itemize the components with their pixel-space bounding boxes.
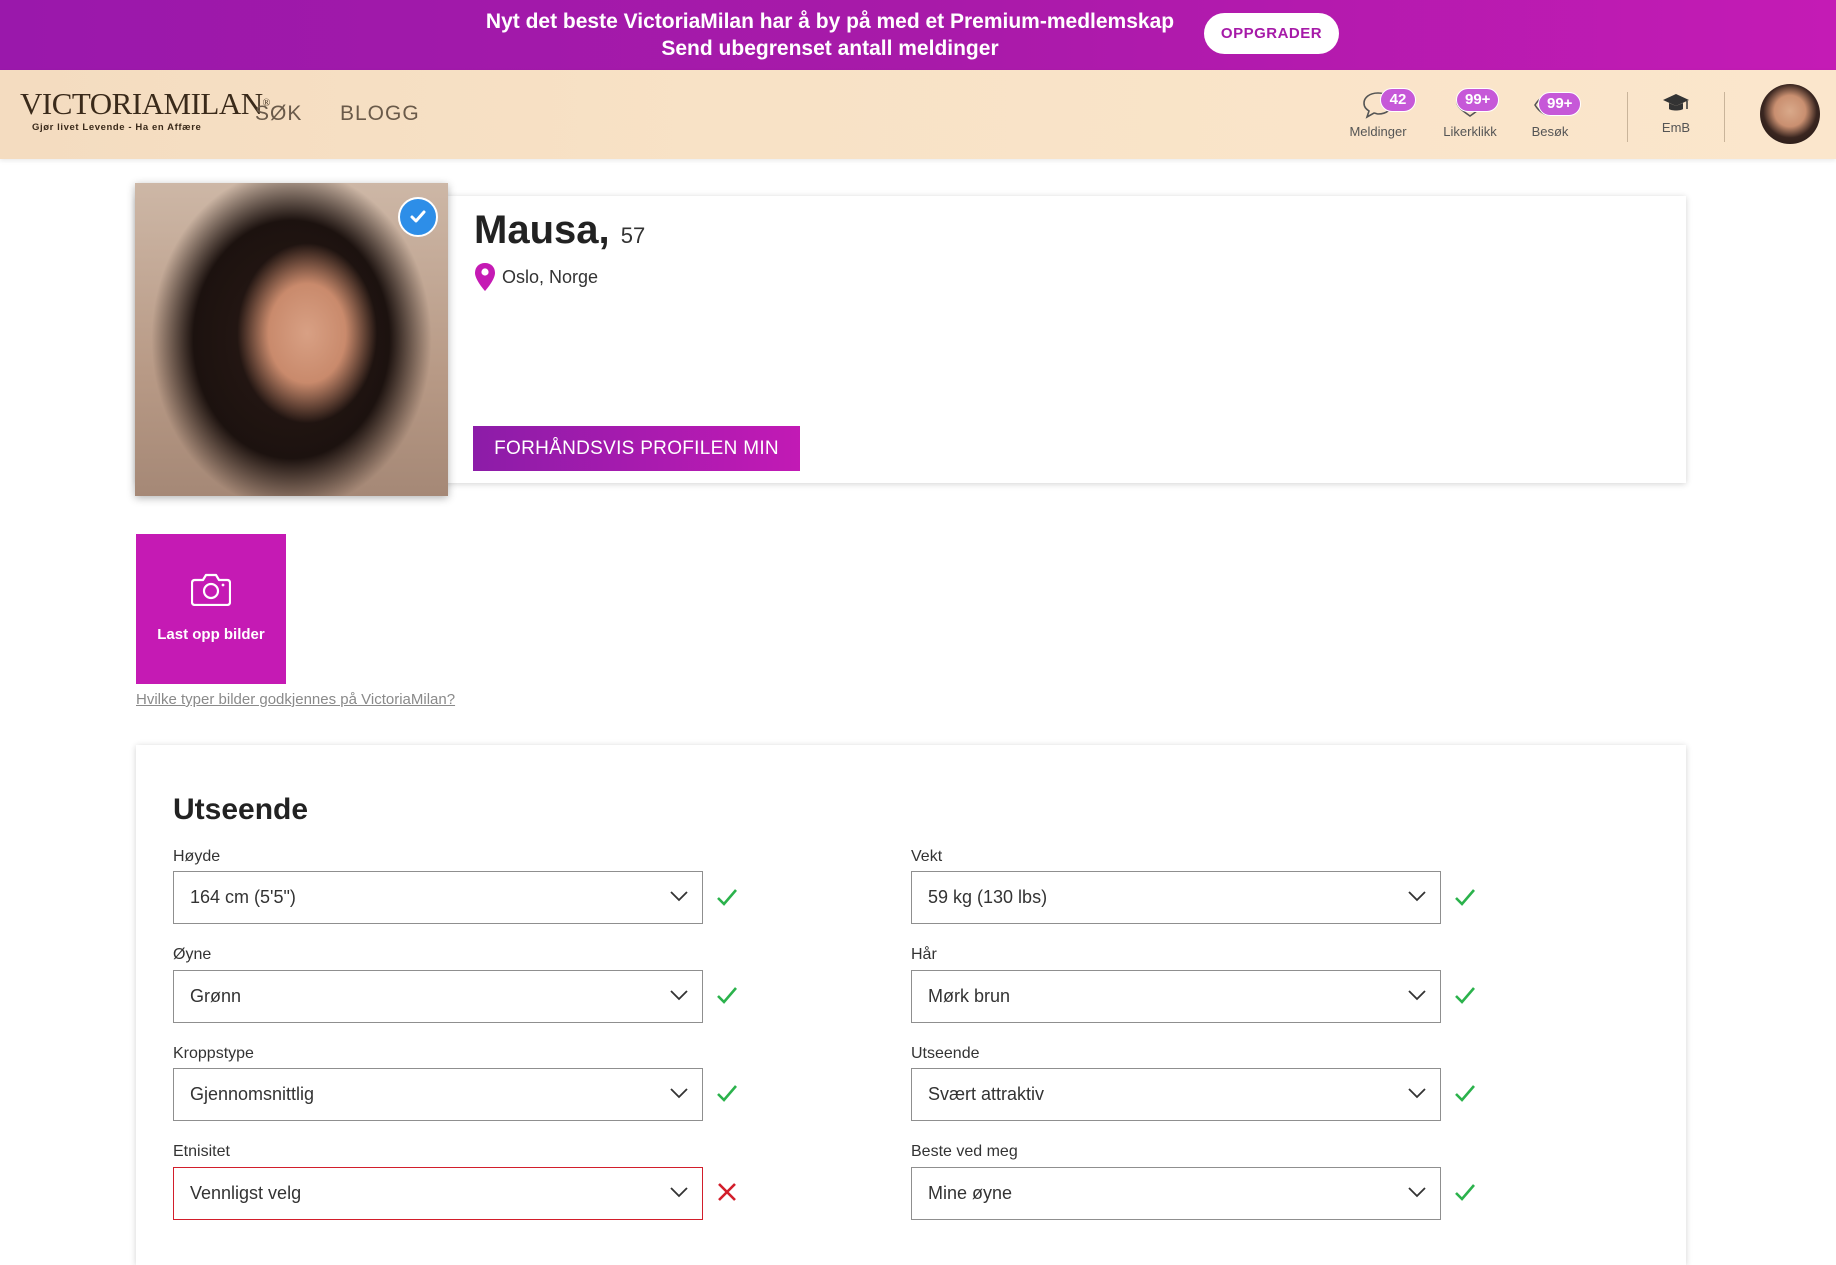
academy-button[interactable]: EmB	[1636, 90, 1716, 135]
upload-photos-button[interactable]: Last opp bilder	[136, 534, 286, 684]
weight-value: 59 kg (130 lbs)	[928, 887, 1048, 907]
looks-select[interactable]: Svært attraktiv	[911, 1068, 1441, 1121]
ethnicity-value: Vennligst velg	[190, 1183, 302, 1203]
chevron-down-icon	[1408, 1088, 1426, 1099]
error-x-icon	[718, 1183, 736, 1201]
promo-line-2: Send ubegrenset antall meldinger	[661, 37, 999, 60]
height-select[interactable]: 164 cm (5'5")	[173, 871, 703, 924]
messages-label: Meldinger	[1349, 124, 1407, 139]
profile-location: Oslo, Norge	[474, 262, 598, 292]
ethnicity-select[interactable]: Vennligst velg	[173, 1167, 703, 1220]
check-icon	[717, 1085, 737, 1102]
body-type-label: Kroppstype	[173, 1045, 254, 1062]
nav-search[interactable]: SØK	[255, 102, 302, 126]
check-icon	[1455, 1085, 1475, 1102]
best-feature-label: Beste ved meg	[911, 1143, 1018, 1160]
hair-value: Mørk brun	[928, 986, 1011, 1006]
height-value: 164 cm (5'5")	[190, 887, 296, 907]
profile-age: 57	[620, 223, 646, 248]
eyes-select[interactable]: Grønn	[173, 970, 703, 1023]
best-feature-value: Mine øyne	[928, 1183, 1013, 1203]
visits-count-badge: 99+	[1538, 92, 1582, 116]
height-label: Høyde	[173, 848, 221, 865]
promo-text: Nyt det beste VictoriaMilan har å by på …	[440, 8, 1220, 62]
chevron-down-icon	[1408, 990, 1426, 1001]
profile-photo[interactable]	[135, 183, 448, 496]
likes-button[interactable]: 99+ Likerklikk	[1430, 88, 1510, 139]
weight-select[interactable]: 59 kg (130 lbs)	[911, 871, 1441, 924]
check-icon	[1455, 1184, 1475, 1201]
promo-banner: Nyt det beste VictoriaMilan har å by på …	[0, 0, 1836, 70]
check-icon	[1455, 987, 1475, 1004]
nav-blog[interactable]: BLOGG	[340, 102, 420, 126]
verified-badge-icon	[398, 197, 438, 237]
chevron-down-icon	[1408, 1187, 1426, 1198]
weight-label: Vekt	[911, 848, 943, 865]
messages-count-badge: 42	[1380, 88, 1416, 112]
chevron-down-icon	[670, 990, 688, 1001]
header-divider	[1724, 92, 1725, 142]
header-divider	[1627, 92, 1628, 142]
body-type-value: Gjennomsnittlig	[190, 1084, 315, 1104]
looks-value: Svært attraktiv	[928, 1084, 1045, 1104]
photo-guidelines-link[interactable]: Hvilke typer bilder godkjennes på Victor…	[136, 691, 455, 708]
messages-button[interactable]: 42 Meldinger	[1338, 88, 1418, 139]
check-icon	[717, 987, 737, 1004]
ethnicity-label: Etnisitet	[173, 1143, 230, 1160]
user-avatar[interactable]	[1760, 84, 1820, 144]
appearance-title: Utseende	[173, 793, 309, 826]
location-text: Oslo, Norge	[502, 266, 599, 287]
graduation-cap-icon	[1663, 94, 1689, 111]
academy-label: EmB	[1661, 120, 1691, 135]
chevron-down-icon	[1408, 891, 1426, 902]
chevron-down-icon	[670, 1187, 688, 1198]
victoriamilan-logo[interactable]: VICTORIAMILAN® Gjør livet Levende - Ha e…	[20, 86, 270, 140]
chevron-down-icon	[670, 891, 688, 902]
visits-label: Besøk	[1531, 124, 1569, 139]
body-type-select[interactable]: Gjennomsnittlig	[173, 1068, 703, 1121]
upload-label: Last opp bilder	[157, 626, 265, 643]
likes-label: Likerklikk	[1443, 124, 1497, 139]
camera-icon	[191, 573, 231, 606]
promo-line-1: Nyt det beste VictoriaMilan har å by på …	[485, 10, 1175, 33]
hair-label: Hår	[911, 946, 937, 963]
logo-tagline: Gjør livet Levende - Ha en Affære	[32, 122, 202, 133]
hair-select[interactable]: Mørk brun	[911, 970, 1441, 1023]
check-icon	[1455, 889, 1475, 906]
chevron-down-icon	[670, 1088, 688, 1099]
best-feature-select[interactable]: Mine øyne	[911, 1167, 1441, 1220]
eyes-label: Øyne	[173, 946, 212, 963]
eyes-value: Grønn	[190, 986, 242, 1006]
looks-label: Utseende	[911, 1045, 980, 1062]
top-navbar: VICTORIAMILAN® Gjør livet Levende - Ha e…	[0, 70, 1836, 159]
check-icon	[717, 889, 737, 906]
profile-name: Mausa, 57	[474, 208, 646, 252]
logo-wordmark: VICTORIAMILAN®	[20, 86, 270, 121]
visits-button[interactable]: 99+ Besøk	[1510, 90, 1590, 139]
location-pin-icon	[475, 263, 495, 291]
preview-profile-button[interactable]: FORHÅNDSVIS PROFILEN MIN	[473, 426, 800, 471]
likes-count-badge: 99+	[1456, 88, 1500, 112]
upgrade-button[interactable]: OPPGRADER	[1204, 13, 1339, 54]
